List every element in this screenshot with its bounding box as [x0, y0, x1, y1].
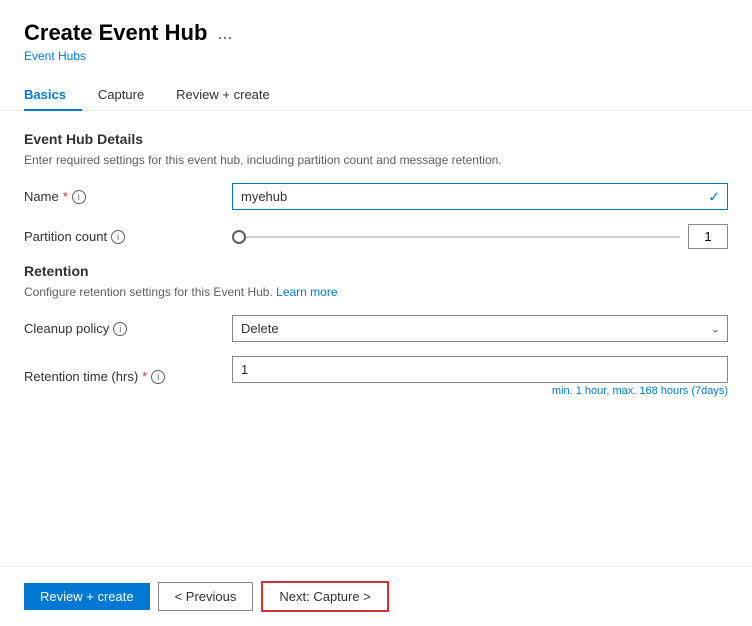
partition-info-icon[interactable]: i	[111, 230, 125, 244]
name-info-icon[interactable]: i	[72, 190, 86, 204]
partition-value-input[interactable]	[688, 224, 728, 249]
section-description-details: Enter required settings for this event h…	[24, 153, 728, 167]
tab-basics[interactable]: Basics	[24, 79, 82, 110]
name-label: Name * i	[24, 189, 224, 204]
retention-time-input-wrapper: min. 1 hour, max. 168 hours (7days)	[232, 356, 728, 397]
cleanup-info-icon[interactable]: i	[113, 322, 127, 336]
learn-more-link[interactable]: Learn more	[276, 285, 337, 299]
form-row-cleanup: Cleanup policy i Delete Compact ⌄	[24, 315, 728, 342]
cleanup-label: Cleanup policy i	[24, 321, 224, 336]
partition-label: Partition count i	[24, 229, 224, 244]
page-wrapper: Create Event Hub ... Event Hubs Basics C…	[0, 0, 752, 626]
breadcrumb[interactable]: Event Hubs	[24, 49, 86, 63]
name-input-wrapper: ✓	[232, 183, 728, 210]
retention-section: Retention Configure retention settings f…	[24, 263, 728, 299]
form-row-partition: Partition count i	[24, 224, 728, 249]
next-capture-button[interactable]: Next: Capture >	[261, 581, 388, 612]
cleanup-select[interactable]: Delete Compact	[232, 315, 728, 342]
footer: Review + create < Previous Next: Capture…	[0, 566, 752, 626]
header-title-row: Create Event Hub ...	[24, 20, 728, 46]
review-create-button[interactable]: Review + create	[24, 583, 150, 610]
required-star-retention: *	[142, 369, 147, 384]
previous-button[interactable]: < Previous	[158, 582, 254, 611]
tab-review-create[interactable]: Review + create	[160, 79, 286, 110]
required-star-name: *	[63, 189, 68, 204]
cleanup-select-wrapper: Delete Compact ⌄	[232, 315, 728, 342]
partition-slider[interactable]	[232, 236, 680, 238]
retention-time-label: Retention time (hrs) * i	[24, 369, 224, 384]
section-title-retention: Retention	[24, 263, 728, 279]
content-area: Event Hub Details Enter required setting…	[0, 111, 752, 566]
retention-hint: min. 1 hour, max. 168 hours (7days)	[232, 385, 728, 397]
tab-capture[interactable]: Capture	[82, 79, 160, 110]
retention-time-input[interactable]	[232, 356, 728, 383]
partition-slider-row	[232, 224, 728, 249]
header-ellipsis[interactable]: ...	[217, 23, 232, 44]
header: Create Event Hub ... Event Hubs	[0, 0, 752, 63]
check-icon: ✓	[708, 188, 720, 205]
page-title: Create Event Hub	[24, 20, 207, 46]
tabs-bar: Basics Capture Review + create	[0, 63, 752, 111]
retention-time-info-icon[interactable]: i	[151, 370, 165, 384]
section-description-retention: Configure retention settings for this Ev…	[24, 285, 728, 299]
section-title-details: Event Hub Details	[24, 131, 728, 147]
name-input[interactable]	[232, 183, 728, 210]
form-row-name: Name * i ✓	[24, 183, 728, 210]
form-row-retention-time: Retention time (hrs) * i min. 1 hour, ma…	[24, 356, 728, 397]
